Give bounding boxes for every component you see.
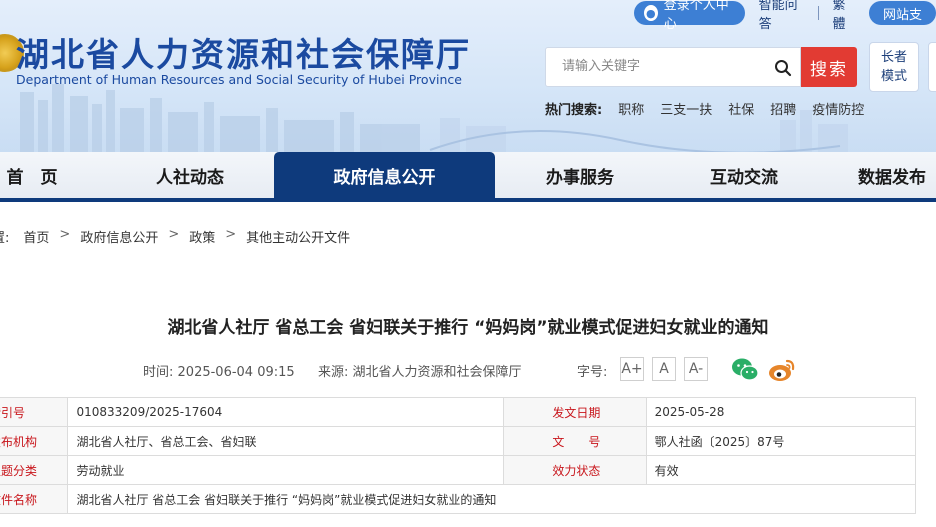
table-row: 索引号 010833209/2025-17604 发文日期 2025-05-28 [0,397,917,427]
table-label-index: 索引号 [0,397,69,427]
table-label-doc-number: 文 号 [503,426,647,456]
user-icon: ● [644,5,658,21]
nav-gov-info-disclosure[interactable]: 政府信息公开 [274,152,495,198]
table-label-category: 主题分类 [0,455,69,485]
main-nav: 首 页 人社动态 政府信息公开 办事服务 互动交流 数据发布 [0,152,936,202]
site-title[interactable]: 湖北省人力资源和社会保障厅 [16,28,471,76]
breadcrumb-separator: > [59,227,71,242]
nav-data-release[interactable]: 数据发布 [858,152,936,198]
elder-mode-label-line1: 长者 [880,50,907,65]
hot-search: 热门搜索: 职称 三支一扶 社保 招聘 疫情防控 [545,99,880,118]
table-value-validity: 有效 [645,455,917,485]
search-button[interactable]: 搜索 [801,47,857,87]
font-increase-button[interactable]: A+ [620,357,644,381]
hot-search-label: 热门搜索: [545,103,603,118]
login-personal-center-button[interactable]: ● 登录个人中心 [634,0,745,32]
hot-search-item[interactable]: 招聘 [770,99,796,118]
elder-mode-label-line2: 模式 [880,69,907,84]
table-label-file-name: 文件名称 [0,484,69,514]
hot-search-item[interactable]: 疫情防控 [812,99,864,118]
breadcrumb-link-policy[interactable]: 政策 [189,227,215,246]
article-title: 湖北省人社厅 省总工会 省妇联关于推行 “妈妈岗”就业模式促进妇女就业的通知 [167,318,769,338]
nav-interaction[interactable]: 互动交流 [682,152,806,198]
source-value: 湖北省人力资源和社会保障厅 [352,365,522,380]
table-value-index: 010833209/2025-17604 [67,397,505,427]
hot-search-item[interactable]: 职称 [618,99,644,118]
login-label: 登录个人中心 [663,0,729,32]
table-row: 主题分类 劳动就业 效力状态 有效 [0,455,917,485]
table-value-publisher: 湖北省人社厅、省总工会、省妇联 [67,426,505,456]
document-info-table: 索引号 010833209/2025-17604 发文日期 2025-05-28… [0,397,917,514]
font-size-label: 字号: [577,365,608,380]
nav-hr-news[interactable]: 人社动态 [128,152,252,198]
topbar-divider [817,6,819,20]
font-default-button[interactable]: A [652,357,676,381]
weibo-icon[interactable] [768,357,796,383]
breadcrumb-link-gov-info[interactable]: 政府信息公开 [80,227,158,246]
hot-search-item[interactable]: 社保 [728,99,754,118]
breadcrumb-separator: > [168,227,180,242]
partial-edge-button[interactable] [928,42,936,92]
smart-qa-link[interactable]: 智能问答 [759,0,804,32]
source-label: 来源: [318,365,349,380]
font-decrease-button[interactable]: A- [684,357,708,381]
nav-services[interactable]: 办事服务 [518,152,642,198]
table-value-file-name: 湖北省人社厅 省总工会 省妇联关于推行 “妈妈岗”就业模式促进妇女就业的通知 [67,484,916,514]
traditional-chinese-link[interactable]: 繁體 [832,0,855,32]
wechat-icon[interactable] [731,357,759,383]
breadcrumb-prefix: 置: [0,231,10,246]
breadcrumb: 置: 首页 > 政府信息公开 > 政策 > 其他主动公开文件 [0,227,350,246]
top-utility-bar: ● 登录个人中心 智能问答 繁體 网站支 [634,0,936,32]
table-row: 文件名称 湖北省人社厅 省总工会 省妇联关于推行 “妈妈岗”就业模式促进妇女就业… [0,484,916,514]
breadcrumb-link-home[interactable]: 首页 [23,227,49,246]
article-time: 时间: 2025-06-04 09:15 [143,361,295,380]
time-label: 时间: [143,365,174,380]
hot-search-item[interactable]: 三支一扶 [660,99,712,118]
table-label-validity: 效力状态 [503,455,647,485]
breadcrumb-spacer [9,227,23,246]
breadcrumb-link-other-files[interactable]: 其他主动公开文件 [246,227,350,246]
site-subtitle: Department of Human Resources and Social… [16,72,462,87]
breadcrumb-separator: > [225,227,237,242]
search-input[interactable] [560,58,764,75]
site-support-button[interactable]: 网站支 [868,1,936,25]
table-value-doc-number: 鄂人社函〔2025〕87号 [645,426,917,456]
article-source: 来源: 湖北省人力资源和社会保障厅 [318,361,522,380]
table-label-issue-date: 发文日期 [503,397,647,427]
nav-home[interactable]: 首 页 [0,152,72,198]
site-header: 湖北省人力资源和社会保障厅 Department of Human Resour… [0,0,936,152]
table-value-category: 劳动就业 [67,455,505,485]
elder-mode-button[interactable]: 长者 模式 [869,42,919,92]
table-value-issue-date: 2025-05-28 [645,397,917,427]
table-row: 发布机构 湖北省人社厅、省总工会、省妇联 文 号 鄂人社函〔2025〕87号 [0,426,917,456]
table-label-publisher: 发布机构 [0,426,69,456]
search-icon[interactable] [774,59,792,77]
search-box [545,47,801,87]
time-value: 2025-06-04 09:15 [177,365,295,380]
